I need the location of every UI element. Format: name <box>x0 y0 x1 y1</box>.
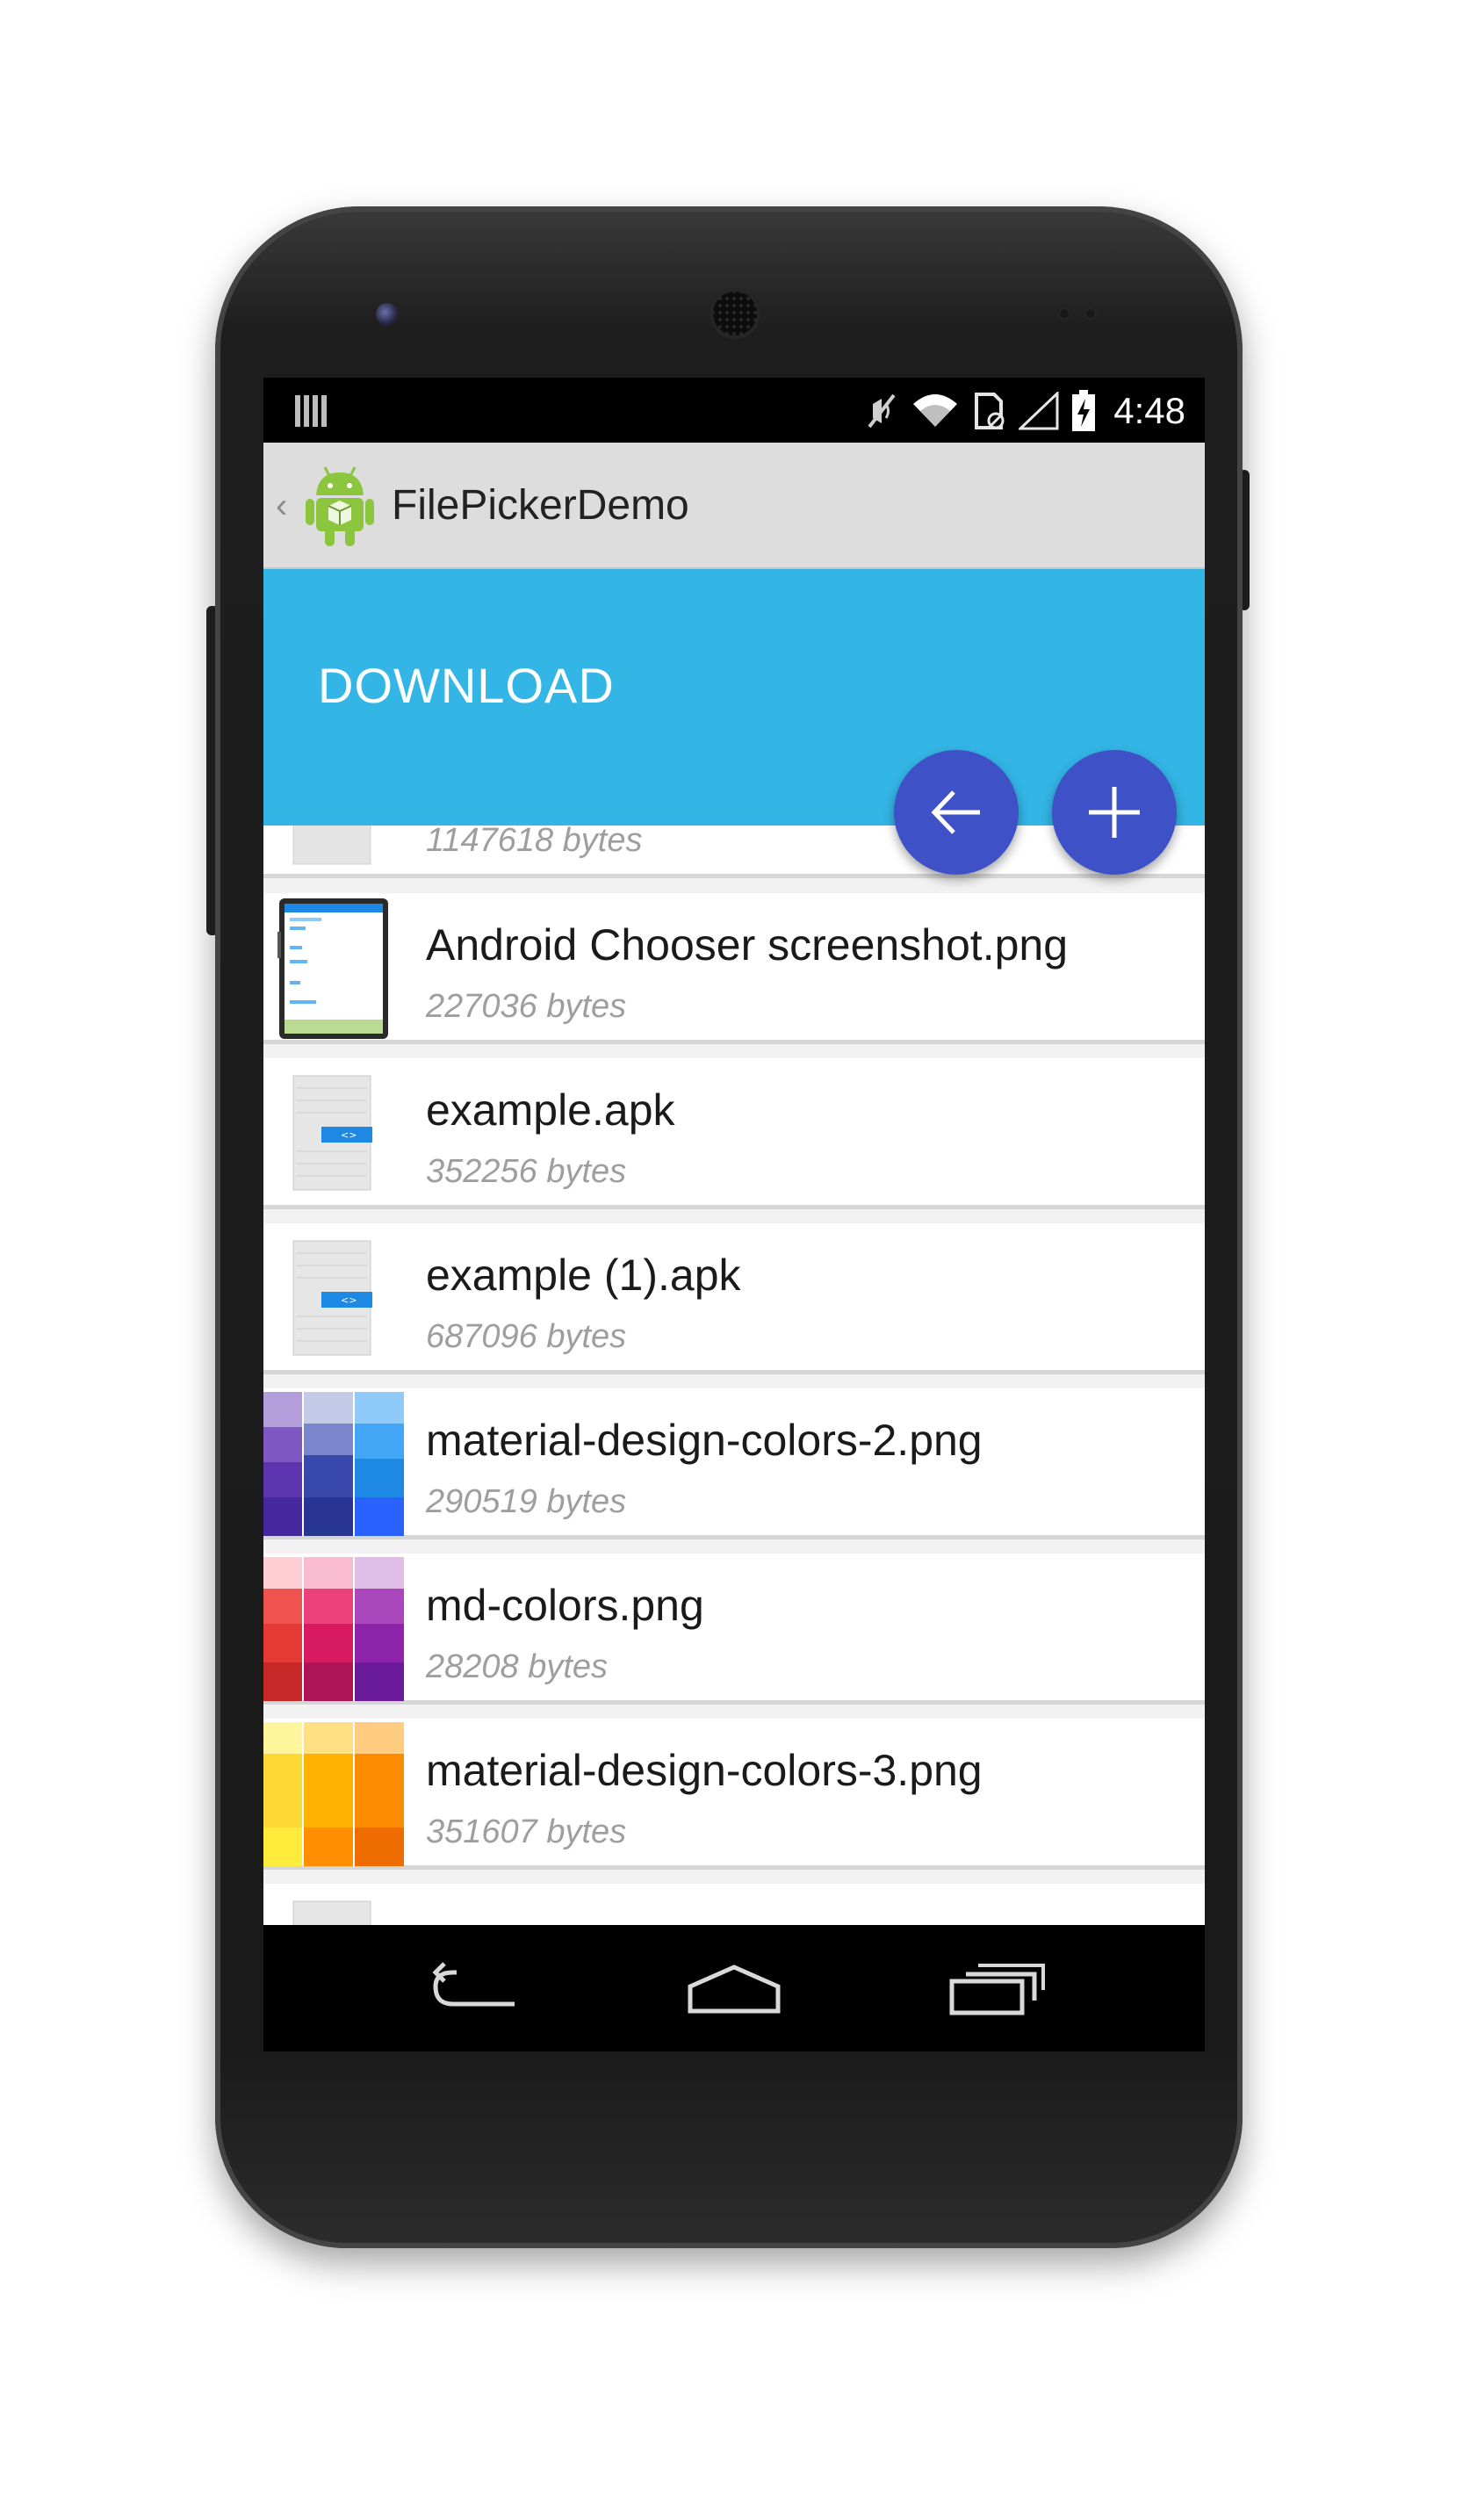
sd-card-icon <box>975 393 1005 429</box>
list-item[interactable]: material-design-colors-2.png 290519 byte… <box>263 1388 1205 1539</box>
file-size: 687096 bytes <box>426 1318 627 1355</box>
list-item[interactable]: <> example.apk 352256 bytes <box>263 1058 1205 1209</box>
folder-name: DOWNLOAD <box>318 658 615 713</box>
list-item[interactable]: material-design-colors-3.png 351607 byte… <box>263 1719 1205 1870</box>
recents-icon[interactable] <box>948 1960 1045 2016</box>
plus-icon <box>1089 787 1140 838</box>
battery-charging-icon <box>1072 390 1096 431</box>
file-size: 28208 bytes <box>426 1648 609 1685</box>
apk-icon: <> <box>292 1075 372 1191</box>
arrow-left-icon <box>931 790 980 834</box>
go-up-button[interactable] <box>894 750 1019 875</box>
file-name: example (1).apk <box>426 1251 741 1300</box>
list-item[interactable]: <> example (1).apk 687096 bytes <box>263 1223 1205 1374</box>
action-bar[interactable]: ‹ FilePickerDemo <box>263 443 1205 569</box>
file-name: md-colors.png <box>426 1581 704 1630</box>
list-item[interactable] <box>263 1884 1205 1925</box>
list-item[interactable]: md-colors.png 28208 bytes <box>263 1554 1205 1705</box>
yellow-palette-thumbnail <box>263 1722 404 1866</box>
earpiece-speaker <box>710 288 760 339</box>
home-icon[interactable] <box>686 1960 782 2016</box>
blue-palette-thumbnail <box>263 1392 404 1536</box>
notification-bars-icon <box>295 395 327 427</box>
signal-icon <box>1019 392 1059 430</box>
svg-text:<>: <> <box>341 1294 357 1306</box>
up-caret-icon[interactable]: ‹ <box>276 487 287 526</box>
file-list[interactable]: 1147618 bytes Android Chooser screenshot… <box>263 826 1205 1925</box>
red-palette-thumbnail <box>263 1557 404 1701</box>
screen: 4:48 ‹ FilePickerDemo DOWNLOAD 1147618 b… <box>263 378 1205 2051</box>
back-icon[interactable] <box>427 1960 523 2016</box>
file-name: material-design-colors-3.png <box>426 1746 983 1795</box>
file-name: material-design-colors-2.png <box>426 1416 983 1465</box>
add-button[interactable] <box>1052 750 1177 875</box>
file-name: example.apk <box>426 1085 675 1135</box>
file-name: Android Chooser screenshot.png <box>426 920 1069 970</box>
apk-icon <box>292 826 371 865</box>
apk-icon <box>292 1900 371 1925</box>
file-size: 290519 bytes <box>426 1483 627 1520</box>
front-camera <box>376 303 399 326</box>
svg-text:<>: <> <box>341 1129 357 1141</box>
app-title: FilePickerDemo <box>392 482 689 529</box>
status-clock: 4:48 <box>1113 390 1185 431</box>
wifi-icon <box>913 394 958 427</box>
light-sensor <box>1084 307 1097 320</box>
proximity-sensor <box>1058 307 1070 320</box>
screenshot-thumbnail <box>277 898 388 1039</box>
status-bar: 4:48 <box>263 378 1205 443</box>
file-size: 352256 bytes <box>426 1153 627 1190</box>
file-size: 1147618 bytes <box>426 826 643 859</box>
android-app-icon[interactable] <box>300 462 379 550</box>
file-size: 351607 bytes <box>426 1813 627 1850</box>
file-size: 227036 bytes <box>426 988 627 1025</box>
navigation-bar <box>263 1925 1205 2051</box>
vibrate-mute-icon <box>868 393 896 429</box>
apk-icon: <> <box>292 1240 372 1356</box>
list-item[interactable]: Android Chooser screenshot.png 227036 by… <box>263 893 1205 1044</box>
